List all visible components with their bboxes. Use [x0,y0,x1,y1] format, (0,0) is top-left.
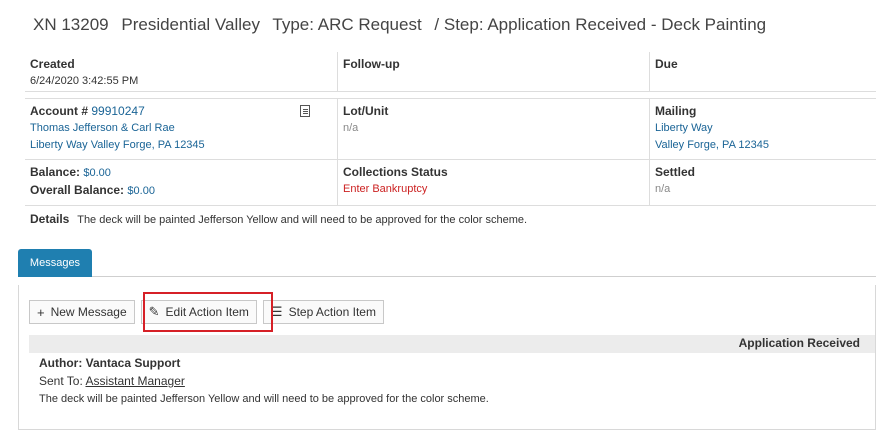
settled-label: Settled [655,165,696,179]
messages-panel: + New Message ✎ Edit Action Item ☰ Step … [18,285,876,430]
collections-value[interactable]: Enter Bankruptcy [343,181,644,198]
created-label: Created [30,57,75,71]
due-label: Due [655,57,678,71]
details: Details The deck will be painted Jeffers… [25,206,532,234]
collections-label: Collections Status [343,165,448,179]
details-label: Details [30,212,70,226]
document-icon[interactable] [300,105,310,117]
message-status: Application Received [738,336,860,350]
settled-value: n/a [655,183,671,195]
overall-balance-label: Overall Balance: [30,183,125,197]
overall-balance-line: Overall Balance: $0.00 [30,182,332,200]
tab-strip: Messages [18,249,876,277]
message-text: The deck will be painted Jefferson Yello… [39,393,489,405]
case-step: / Step: Application Received - Deck Pain… [434,15,767,34]
highlight-box [143,292,273,332]
account-number-link[interactable]: 99910247 [91,104,144,118]
community-name: Presidential Valley [121,15,260,34]
plus-icon: + [37,304,45,320]
balance-link[interactable]: $0.00 [83,167,111,179]
details-row: Details The deck will be painted Jeffers… [25,206,876,234]
balance-line: Balance: $0.00 [30,164,332,182]
page-title: XN 13209 Presidential Valley Type: ARC R… [33,15,774,35]
message-header: Application Received [29,335,875,353]
case-type: Type: ARC Request [272,15,422,34]
step-action-item-button[interactable]: ☰ Step Action Item [262,300,384,324]
message-author: Author: Vantaca Support [39,356,181,370]
balance-label: Balance: [30,165,81,179]
balance-row: Balance: $0.00 Overall Balance: $0.00 Co… [25,160,876,206]
created-value: 6/24/2020 3:42:55 PM [30,75,139,87]
sent-to-label: Sent To: [39,374,83,388]
case-id: XN 13209 [33,15,109,34]
dates-row: Created 6/24/2020 3:42:55 PM Follow-up D… [25,52,876,92]
mailing-line2-link[interactable]: Valley Forge, PA 12345 [655,137,871,154]
tab-messages[interactable]: Messages [18,249,92,277]
account-address-link[interactable]: Liberty Way Valley Forge, PA 12345 [30,137,332,154]
lot-label: Lot/Unit [343,104,389,118]
message-sent-to: Sent To: Assistant Manager [39,372,859,390]
details-value: The deck will be painted Jefferson Yello… [77,214,528,226]
mailing-label: Mailing [655,104,697,118]
followup-label: Follow-up [343,57,400,71]
message-body: Author: Vantaca Support Sent To: Assista… [39,354,859,408]
sent-to-link[interactable]: Assistant Manager [85,374,184,388]
mailing-line1-link[interactable]: Liberty Way [655,120,871,137]
new-message-button[interactable]: + New Message [29,300,135,324]
info-grid: Created 6/24/2020 3:42:55 PM Follow-up D… [25,52,876,234]
account-row: Account # 99910247 Thomas Jefferson & Ca… [25,98,876,160]
new-message-label: New Message [50,305,127,319]
step-action-item-label: Step Action Item [288,305,376,319]
account-label: Account # [30,104,89,118]
account-owner-link[interactable]: Thomas Jefferson & Carl Rae [30,120,332,137]
overall-balance-link[interactable]: $0.00 [127,185,155,197]
account-label-line: Account # 99910247 [30,103,332,120]
lot-value: n/a [343,122,359,134]
